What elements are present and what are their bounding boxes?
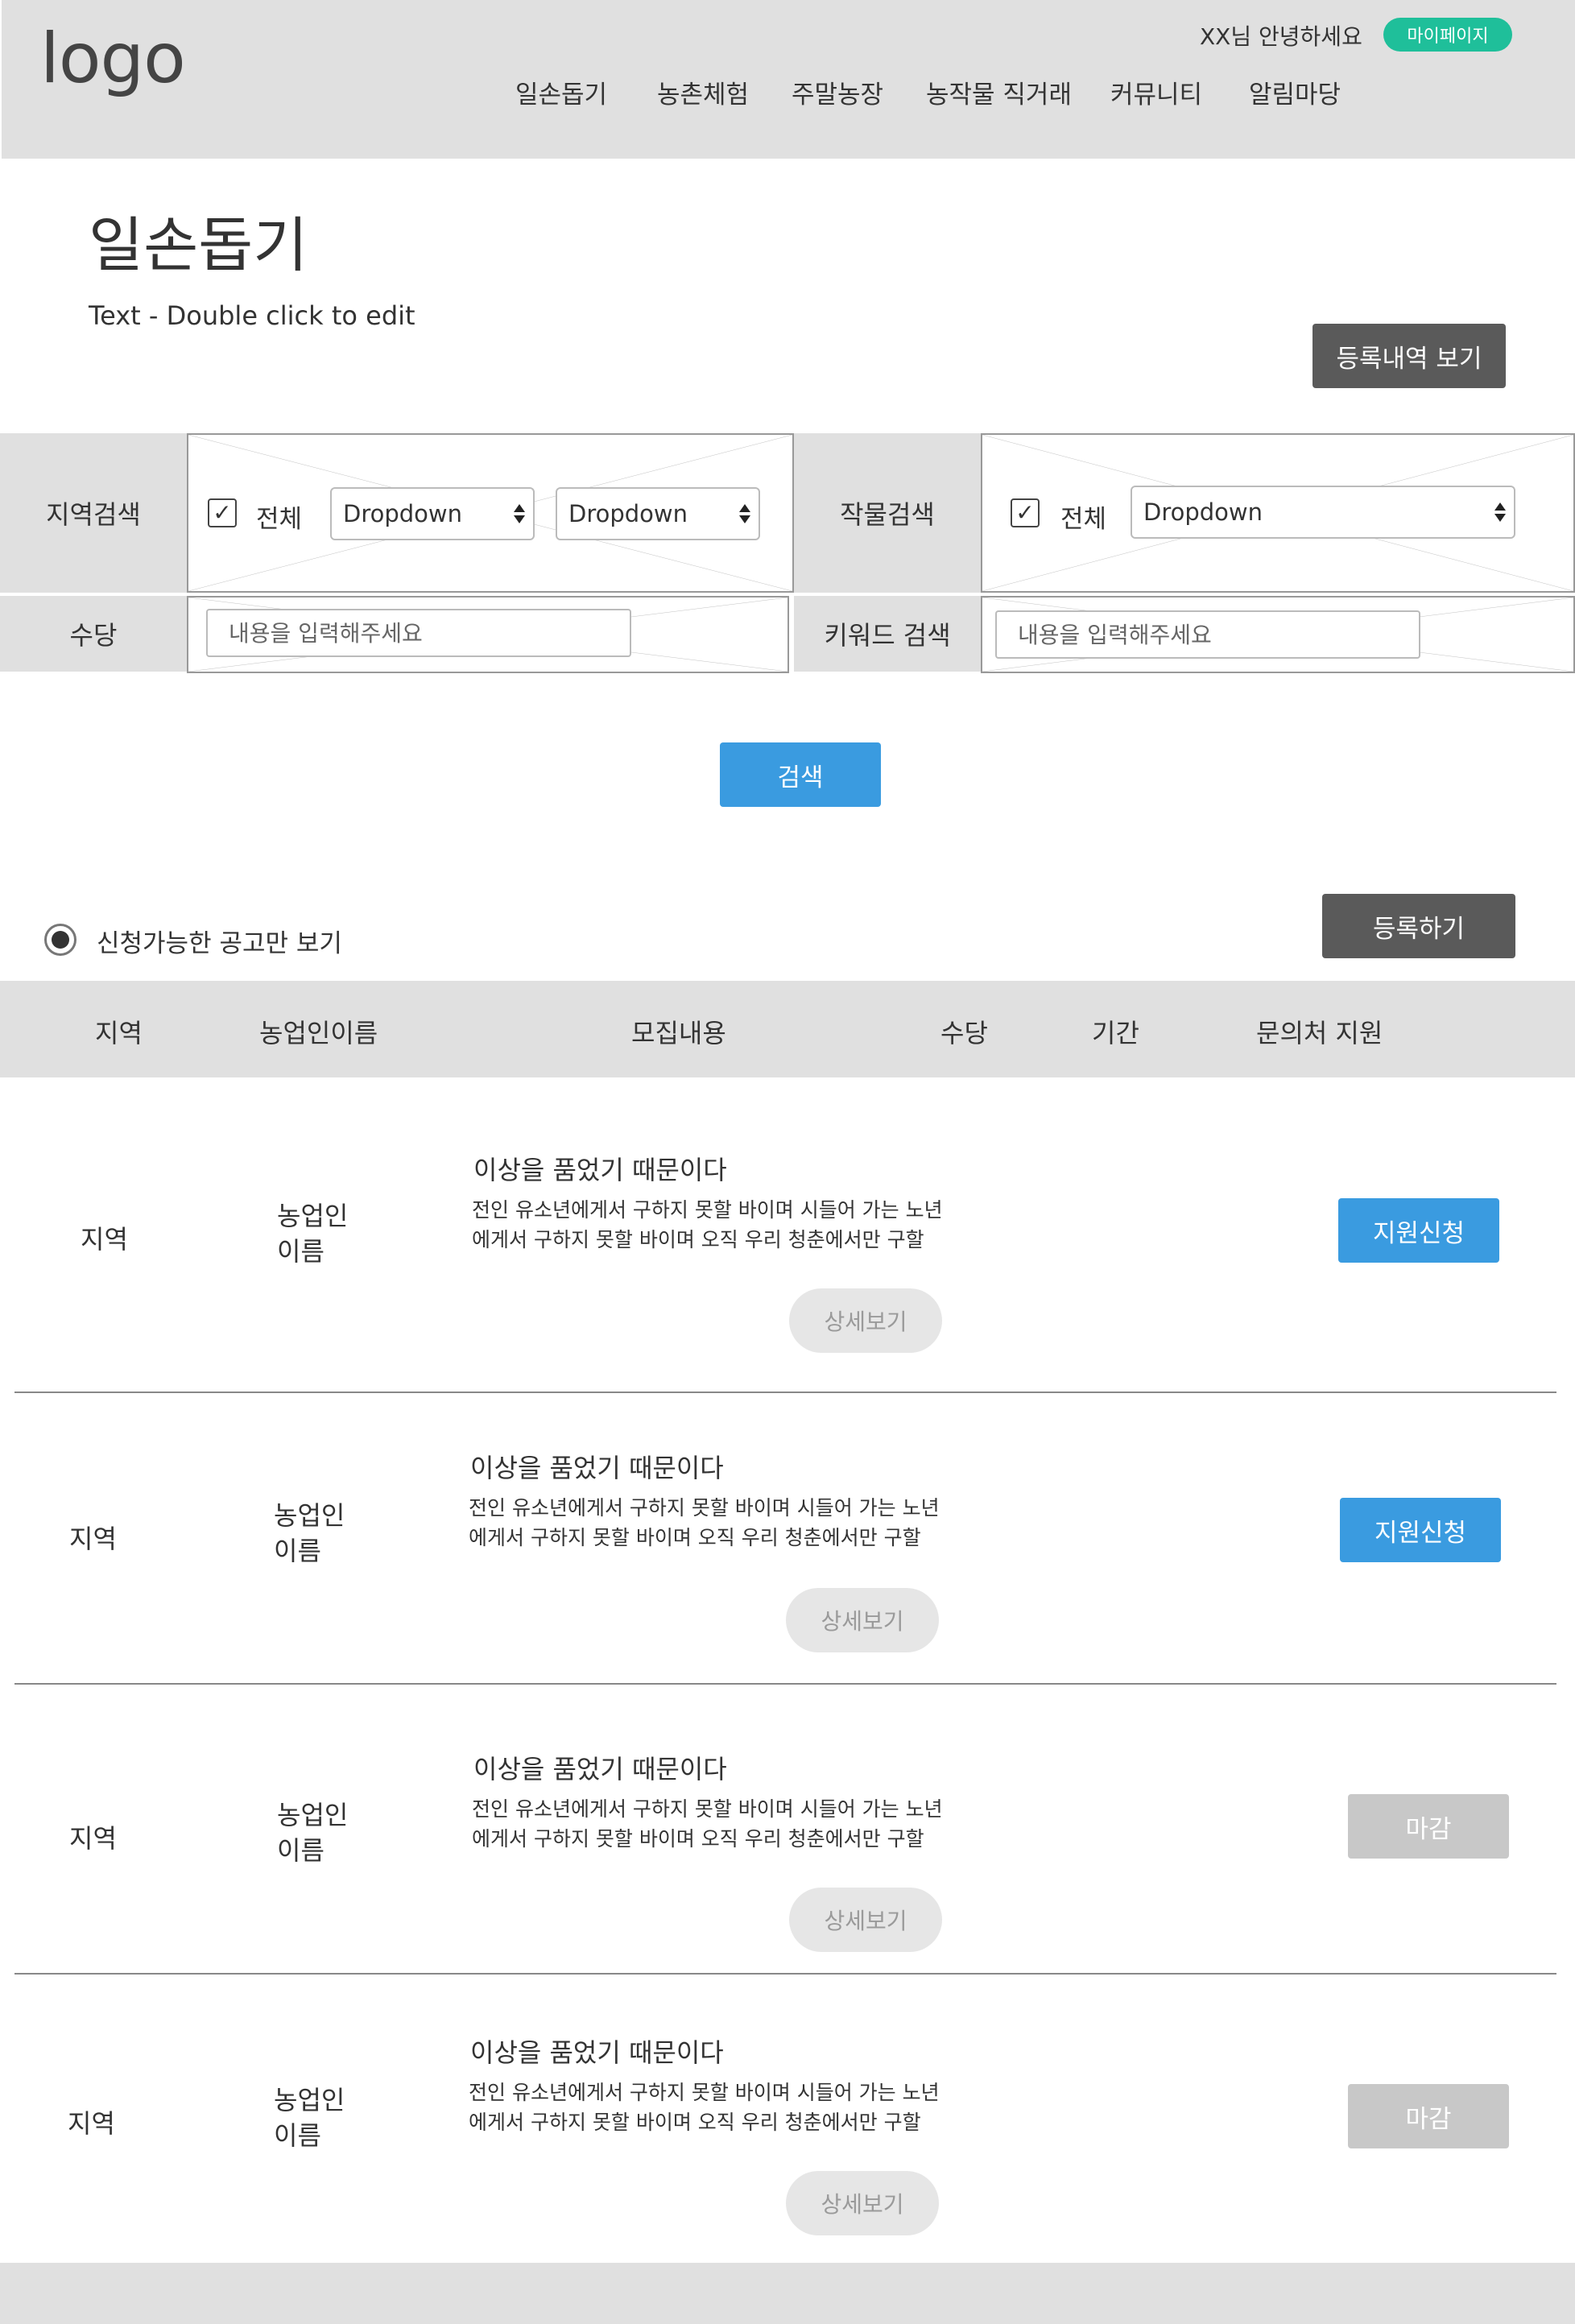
crop-all-label: 전체 bbox=[1060, 505, 1107, 534]
row-farmer-name: 농업인 이름 bbox=[274, 2082, 345, 2153]
detail-button[interactable]: 상세보기 bbox=[789, 1888, 942, 1952]
region-all-label: 전체 bbox=[256, 505, 303, 534]
keyword-input[interactable] bbox=[995, 610, 1420, 659]
farmer-name-line: 농업인 bbox=[274, 1500, 345, 1531]
nav-item-direct-trade[interactable]: 농작물 직거래 bbox=[926, 74, 1072, 110]
page-title: 일손돕기 bbox=[89, 211, 308, 280]
page-subtitle: Text - Double click to edit bbox=[89, 300, 415, 331]
logo[interactable]: logo bbox=[40, 24, 186, 93]
farmer-name-line: 농업인 bbox=[277, 1800, 349, 1830]
region-dropdown-2-value: Dropdown bbox=[568, 500, 688, 527]
row-region: 지역 bbox=[69, 1524, 117, 1554]
checkmark-icon: ✓ bbox=[213, 499, 232, 526]
row-post-description: 전인 유소년에게서 구하지 못할 바이며 시들어 가는 노년 에게서 구하지 못… bbox=[469, 2078, 940, 2137]
row-post-title: 이상을 품었기 때문이다 bbox=[473, 1155, 727, 1185]
nav-item-community[interactable]: 커뮤니티 bbox=[1110, 74, 1202, 110]
column-header-content: 모집내용 bbox=[631, 1018, 726, 1048]
available-only-label: 신청가능한 공고만 보기 bbox=[97, 929, 342, 958]
detail-button[interactable]: 상세보기 bbox=[789, 1288, 942, 1353]
description-line: 에게서 구하지 못할 바이며 오직 우리 청춘에서만 구할 bbox=[469, 2111, 921, 2134]
farmer-name-line: 이름 bbox=[274, 2120, 321, 2151]
apply-button[interactable]: 지원신청 bbox=[1340, 1498, 1501, 1562]
region-all-checkbox[interactable]: ✓ bbox=[208, 498, 237, 527]
farmer-name-line: 이름 bbox=[277, 1236, 325, 1267]
allowance-input[interactable] bbox=[206, 609, 631, 657]
farmer-name-line: 이름 bbox=[274, 1536, 321, 1566]
nav-item-weekend-farm[interactable]: 주말농장 bbox=[792, 74, 883, 110]
apply-button[interactable]: 지원신청 bbox=[1338, 1198, 1499, 1263]
region-search-label: 지역검색 bbox=[0, 433, 187, 593]
column-header-period: 기간 bbox=[1092, 1018, 1139, 1048]
search-button[interactable]: 검색 bbox=[720, 742, 881, 807]
description-line: 전인 유소년에게서 구하지 못할 바이며 시들어 가는 노년 bbox=[469, 1496, 940, 1520]
column-header-allowance: 수당 bbox=[940, 1018, 988, 1048]
row-region: 지역 bbox=[68, 2108, 115, 2139]
closed-status-button: 마감 bbox=[1348, 1794, 1509, 1859]
crop-all-checkbox[interactable]: ✓ bbox=[1011, 498, 1040, 527]
detail-button[interactable]: 상세보기 bbox=[786, 2171, 939, 2235]
keyword-search-label: 키워드 검색 bbox=[794, 596, 981, 672]
register-button[interactable]: 등록하기 bbox=[1322, 894, 1515, 958]
crop-dropdown[interactable]: Dropdown bbox=[1131, 486, 1515, 539]
row-region: 지역 bbox=[69, 1823, 117, 1854]
column-header-contact-apply: 문의처 지원 bbox=[1256, 1018, 1383, 1048]
description-line: 에게서 구하지 못할 바이며 오직 우리 청춘에서만 구할 bbox=[472, 1827, 924, 1851]
select-arrows-icon bbox=[514, 504, 525, 523]
farmer-name-line: 농업인 bbox=[274, 2085, 345, 2115]
description-line: 에게서 구하지 못할 바이며 오직 우리 청춘에서만 구할 bbox=[472, 1228, 924, 1251]
crop-search-label: 작물검색 bbox=[794, 433, 981, 593]
nav-item-notice[interactable]: 알림마당 bbox=[1249, 74, 1341, 110]
detail-button[interactable]: 상세보기 bbox=[786, 1588, 939, 1652]
description-line: 전인 유소년에게서 구하지 못할 바이며 시들어 가는 노년 bbox=[472, 1198, 943, 1222]
select-arrows-icon bbox=[1494, 502, 1506, 522]
nav-item-rural-experience[interactable]: 농촌체험 bbox=[657, 74, 749, 110]
row-post-description: 전인 유소년에게서 구하지 못할 바이며 시들어 가는 노년 에게서 구하지 못… bbox=[472, 1794, 943, 1854]
farmer-name-line: 이름 bbox=[277, 1835, 325, 1866]
page-footer bbox=[0, 2263, 1575, 2324]
region-dropdown-2[interactable]: Dropdown bbox=[556, 487, 760, 540]
description-line: 전인 유소년에게서 구하지 못할 바이며 시들어 가는 노년 bbox=[472, 1797, 943, 1821]
user-greeting: XX님 안녕하세요 bbox=[1200, 23, 1362, 50]
row-post-description: 전인 유소년에게서 구하지 못할 바이며 시들어 가는 노년 에게서 구하지 못… bbox=[472, 1195, 943, 1255]
mypage-button[interactable]: 마이페이지 bbox=[1383, 18, 1512, 52]
nav-item-volunteer[interactable]: 일손돕기 bbox=[515, 74, 607, 110]
checkmark-icon: ✓ bbox=[1015, 499, 1035, 526]
description-line: 에게서 구하지 못할 바이며 오직 우리 청춘에서만 구할 bbox=[469, 1526, 921, 1549]
row-farmer-name: 농업인 이름 bbox=[277, 1797, 348, 1868]
row-post-title: 이상을 품었기 때문이다 bbox=[470, 2037, 724, 2068]
region-dropdown-1[interactable]: Dropdown bbox=[330, 487, 535, 540]
allowance-label: 수당 bbox=[0, 596, 187, 672]
row-farmer-name: 농업인 이름 bbox=[274, 1498, 345, 1569]
description-line: 전인 유소년에게서 구하지 못할 바이며 시들어 가는 노년 bbox=[469, 2081, 940, 2104]
region-dropdown-1-value: Dropdown bbox=[343, 500, 463, 527]
column-header-region: 지역 bbox=[95, 1018, 143, 1048]
column-header-farmer: 농업인이름 bbox=[259, 1018, 378, 1048]
closed-status-button: 마감 bbox=[1348, 2084, 1509, 2148]
row-post-description: 전인 유소년에게서 구하지 못할 바이며 시들어 가는 노년 에게서 구하지 못… bbox=[469, 1493, 940, 1553]
farmer-name-line: 농업인 bbox=[277, 1201, 349, 1231]
row-region: 지역 bbox=[81, 1224, 128, 1255]
view-history-button[interactable]: 등록내역 보기 bbox=[1312, 324, 1506, 388]
row-post-title: 이상을 품었기 때문이다 bbox=[473, 1754, 727, 1784]
crop-dropdown-value: Dropdown bbox=[1143, 498, 1263, 526]
radio-selected-icon bbox=[52, 931, 69, 949]
select-arrows-icon bbox=[739, 504, 750, 523]
row-farmer-name: 농업인 이름 bbox=[277, 1198, 348, 1269]
row-post-title: 이상을 품었기 때문이다 bbox=[470, 1453, 724, 1483]
